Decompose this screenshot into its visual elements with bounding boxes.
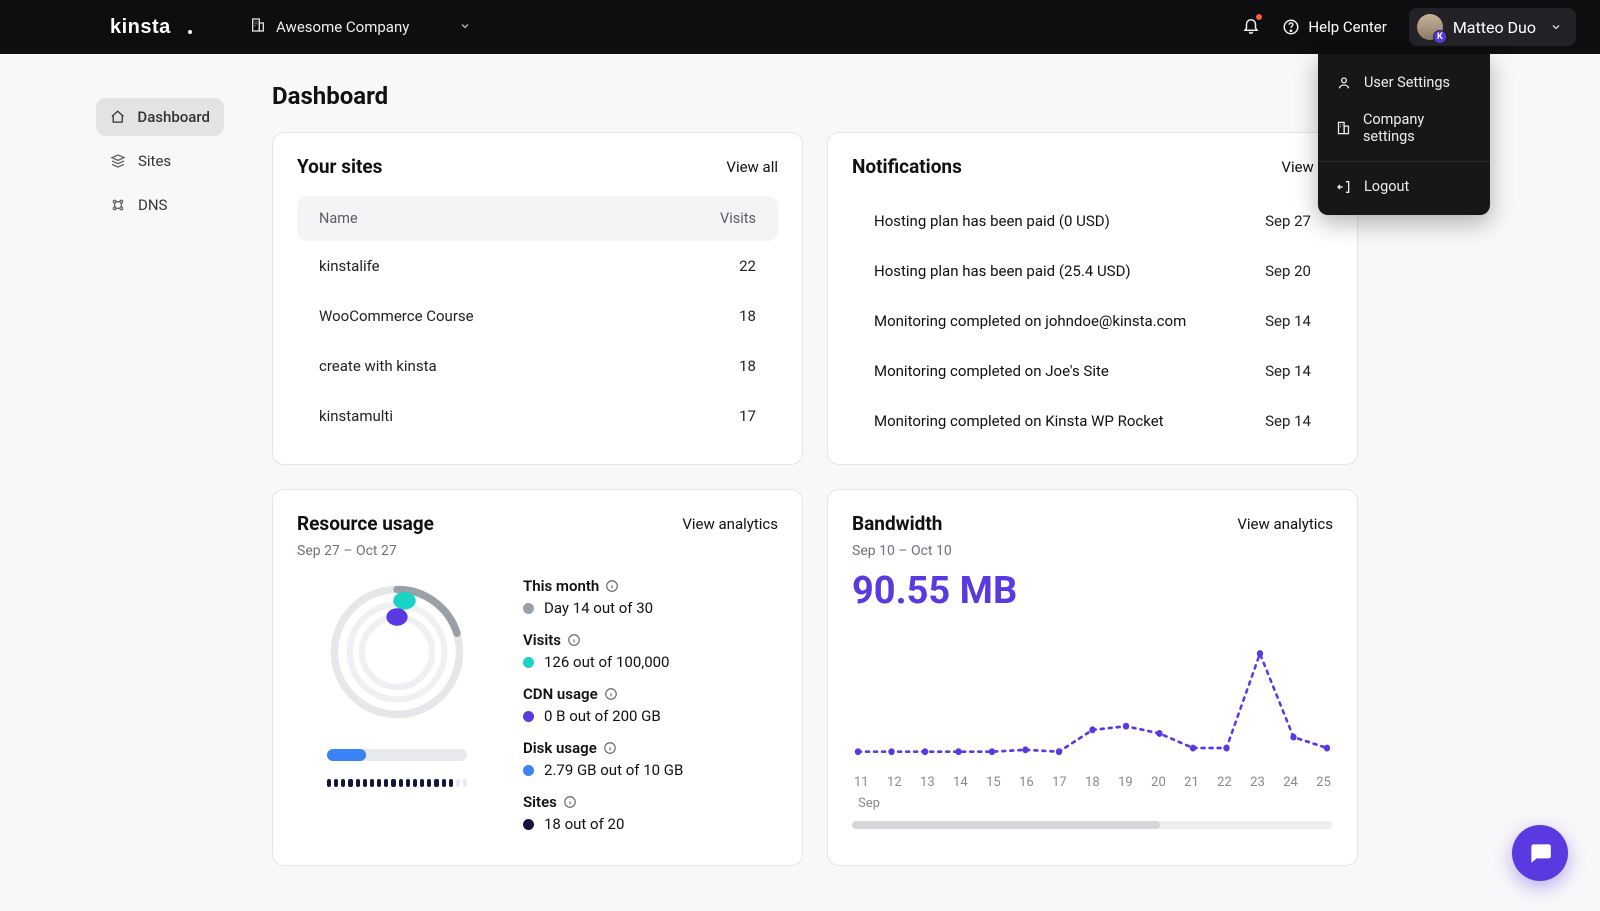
sidebar-item-dns[interactable]: DNS <box>96 186 224 224</box>
notifications-bell[interactable] <box>1242 16 1260 38</box>
sidebar-item-label: Dashboard <box>137 108 210 126</box>
user-menu-trigger[interactable]: K Matteo Duo <box>1409 8 1576 46</box>
menu-separator <box>1318 161 1490 162</box>
legend-visits: Visits <box>523 631 778 649</box>
notification-row[interactable]: Monitoring completed on johndoe@kinsta.c… <box>852 296 1333 346</box>
card-title: Resource usage <box>297 512 434 535</box>
menu-item-user-settings[interactable]: User Settings <box>1318 64 1490 101</box>
chevron-down-icon <box>459 18 471 36</box>
notification-date: Sep 14 <box>1265 412 1311 430</box>
site-visits: 22 <box>739 257 756 275</box>
table-row[interactable]: kinstamulti 17 <box>297 391 778 441</box>
site-visits: 18 <box>739 357 756 375</box>
chart-x-labels: 111213141516171819202122232425 <box>852 769 1333 790</box>
chevron-down-icon <box>1550 18 1562 37</box>
sidebar-item-label: DNS <box>138 196 167 214</box>
notification-row[interactable]: Monitoring completed on Kinsta WP Rocket… <box>852 396 1333 446</box>
date-range: Sep 27 – Oct 27 <box>297 543 778 559</box>
notification-row[interactable]: Monitoring completed on Joe's Site Sep 14 <box>852 346 1333 396</box>
help-center-link[interactable]: Help Center <box>1282 18 1386 36</box>
user-name: Matteo Duo <box>1453 18 1536 37</box>
legend-value: 0 B out of 200 GB <box>544 707 661 725</box>
legend-value: 126 out of 100,000 <box>544 653 670 671</box>
sidebar-item-dashboard[interactable]: Dashboard <box>96 98 224 136</box>
card-resource-usage: Resource usage View analytics Sep 27 – O… <box>272 489 803 866</box>
table-header: Name Visits <box>297 196 778 241</box>
notification-text: Monitoring completed on johndoe@kinsta.c… <box>874 312 1186 330</box>
site-visits: 17 <box>739 407 756 425</box>
bandwidth-value: 90.55 MB <box>852 569 1333 613</box>
sidebar: Dashboard Sites DNS <box>0 54 248 866</box>
avatar: K <box>1417 14 1443 40</box>
table-row[interactable]: WooCommerce Course 18 <box>297 291 778 341</box>
legend-cdn: CDN usage <box>523 685 778 703</box>
notification-date: Sep 20 <box>1265 262 1311 280</box>
col-visits: Visits <box>720 210 756 227</box>
card-title: Your sites <box>297 155 382 178</box>
chart-scrollbar[interactable] <box>852 821 1333 829</box>
sidebar-item-label: Sites <box>138 152 171 170</box>
legend-this-month: This month <box>523 577 778 595</box>
notification-date: Sep 14 <box>1265 362 1311 380</box>
notification-date: Sep 27 <box>1265 212 1311 230</box>
notification-text: Hosting plan has been paid (25.4 USD) <box>874 262 1131 280</box>
disk-usage-bar <box>327 749 467 761</box>
top-bar: kinsta Awesome Company Help Center K Mat… <box>0 0 1600 54</box>
main-content: Dashboard Your sites View all Name Visit… <box>248 54 1398 866</box>
help-center-label: Help Center <box>1308 18 1386 36</box>
view-analytics-link[interactable]: View analytics <box>682 515 778 533</box>
bandwidth-chart <box>852 629 1333 769</box>
page-title: Dashboard <box>272 82 1358 110</box>
menu-label: Company settings <box>1363 111 1472 145</box>
site-name: create with kinsta <box>319 357 437 375</box>
table-row[interactable]: create with kinsta 18 <box>297 341 778 391</box>
company-switcher[interactable]: Awesome Company <box>250 17 471 37</box>
legend-value: 18 out of 20 <box>544 815 624 833</box>
date-range: Sep 10 – Oct 10 <box>852 543 1333 559</box>
notification-text: Monitoring completed on Joe's Site <box>874 362 1109 380</box>
card-title: Bandwidth <box>852 512 942 535</box>
building-icon <box>250 17 266 37</box>
site-name: kinstalife <box>319 257 380 275</box>
brand-logo: kinsta <box>110 16 194 43</box>
legend-disk: Disk usage <box>523 739 778 757</box>
notification-row[interactable]: Hosting plan has been paid (0 USD) Sep 27 <box>852 196 1333 246</box>
card-bandwidth: Bandwidth View analytics Sep 10 – Oct 10… <box>827 489 1358 866</box>
sites-usage-bar <box>327 779 467 787</box>
table-row[interactable]: kinstalife 22 <box>297 241 778 291</box>
col-name: Name <box>319 210 358 227</box>
legend-value: Day 14 out of 30 <box>544 599 653 617</box>
sidebar-item-sites[interactable]: Sites <box>96 142 224 180</box>
site-name: WooCommerce Course <box>319 307 474 325</box>
svg-text:kinsta: kinsta <box>110 16 171 38</box>
notification-text: Monitoring completed on Kinsta WP Rocket <box>874 412 1164 430</box>
user-dropdown: User Settings Company settings Logout <box>1318 54 1490 215</box>
view-all-link[interactable]: View all <box>726 158 778 176</box>
site-name: kinstamulti <box>319 407 393 425</box>
card-your-sites: Your sites View all Name Visits kinstali… <box>272 132 803 465</box>
avatar-badge: K <box>1433 30 1447 44</box>
legend-sites: Sites <box>523 793 778 811</box>
notification-row[interactable]: Hosting plan has been paid (25.4 USD) Sep… <box>852 246 1333 296</box>
site-visits: 18 <box>739 307 756 325</box>
resource-donut-chart <box>322 577 472 731</box>
notification-text: Hosting plan has been paid (0 USD) <box>874 212 1110 230</box>
card-title: Notifications <box>852 155 962 178</box>
chart-month-label: Sep <box>852 796 1333 811</box>
menu-item-logout[interactable]: Logout <box>1318 168 1490 205</box>
notification-dot <box>1256 14 1262 20</box>
chat-button[interactable] <box>1512 825 1568 881</box>
menu-label: Logout <box>1364 178 1409 195</box>
company-name: Awesome Company <box>276 18 409 36</box>
card-notifications: Notifications View all Hosting plan has … <box>827 132 1358 465</box>
view-analytics-link[interactable]: View analytics <box>1237 515 1333 533</box>
menu-item-company-settings[interactable]: Company settings <box>1318 101 1490 155</box>
menu-label: User Settings <box>1364 74 1450 91</box>
legend-value: 2.79 GB out of 10 GB <box>544 761 683 779</box>
notification-date: Sep 14 <box>1265 312 1311 330</box>
